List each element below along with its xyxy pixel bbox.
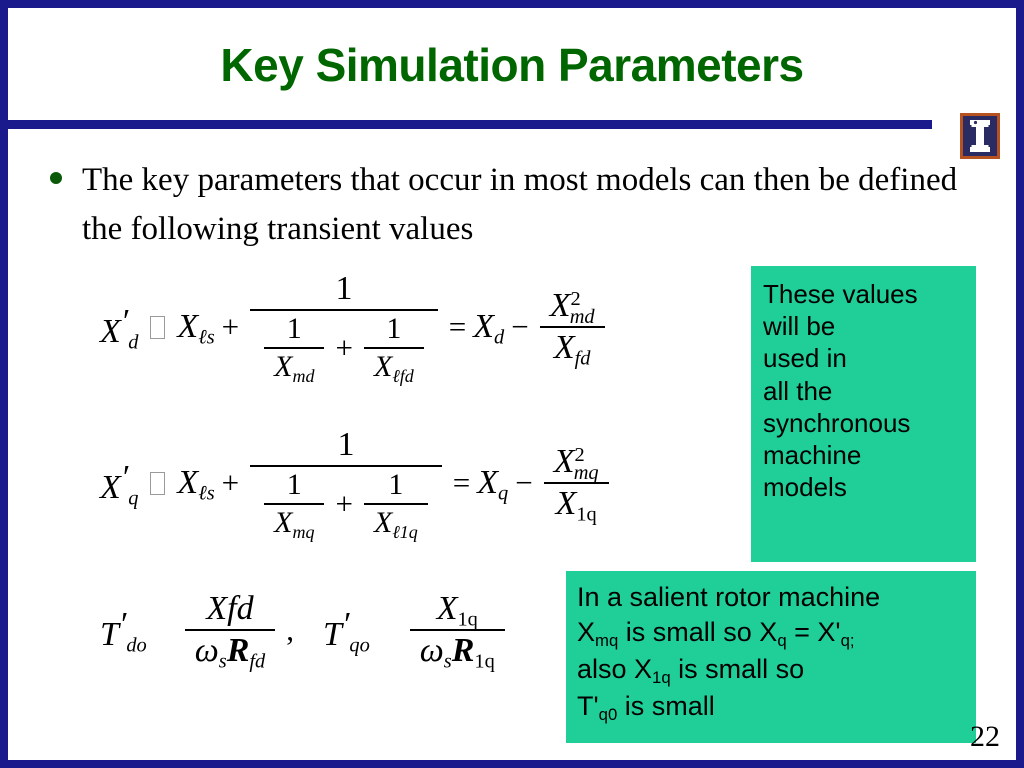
eq3-fraction-2: X1q ωsR1q [409,590,505,673]
callout1-line-5: synchronous [763,407,911,438]
bullet-text: The key parameters that occur in most mo… [82,162,958,247]
eq2-approx-missing-glyph [150,471,166,495]
eq2-d2-num: 1 [388,468,404,501]
eq3-f1-den: ωsRfd [194,632,266,673]
eq1-right-den: Xfd [553,329,591,370]
eq2-term1: Xℓs [177,464,215,505]
eq2-right-num: X2mq [553,443,599,484]
eq2-plus: + [221,465,240,500]
eq2-denom-plus: + [335,486,353,521]
callout2-line-3: also X1q is small so [577,653,805,687]
eq3-tdo: T′do [100,605,147,657]
eq1-numerator: 1 [335,270,353,307]
callout1-line-6: machine [763,440,862,471]
callout-these-values: These values will be used in all the syn… [751,266,976,562]
eq2-lhs: X′q [100,458,139,510]
eq3-tqo: T′qo [323,605,370,657]
eq1-denom-plus: + [335,330,353,365]
bullet-dot-icon [50,172,62,184]
callout2-line-2: Xmq is small so Xq = X'q; [577,617,855,651]
eq3-fraction-1: Xfd ωsRfd [184,590,276,673]
eq1-right-fraction: X2md Xfd [539,287,605,370]
eq1-d1-num: 1 [286,312,302,345]
eq1-minus: − [511,309,529,344]
eq2-denom-fraction-1: 1 Xmq [264,468,325,542]
eq3-f2-den: ωsR1q [419,632,495,673]
eq1-plus: + [221,309,240,344]
eq1-rhs-term: Xd [473,308,505,349]
eq2-right-fraction: X2mq X1q [543,443,609,526]
eq1-d2-den: Xℓfd [373,350,414,386]
eq3-f1-num: Xfd [206,590,254,627]
eq2-d1-den: Xmq [274,506,315,542]
callout1-line-4: all the [763,375,833,406]
block-i-column-icon [970,120,990,152]
eq1-equals: = [448,309,467,344]
eq1-denom-fraction-2: 1 Xℓfd [363,312,424,386]
eq2-rhs-term: Xq [477,464,509,505]
eq2-equals: = [452,465,471,500]
callout-salient-rotor: In a salient rotor machine Xmq is small … [566,571,976,743]
eq1-approx-missing-glyph [150,315,166,339]
eq1-d1-den: Xmd [274,350,315,386]
eq2-d1-num: 1 [286,468,302,501]
eq1-main-fraction: 1 1 Xmd + 1 Xℓfd [250,270,438,386]
eq1-right-num: X2md [549,287,595,328]
eq3-comma: , [286,612,295,647]
eq2-right-den: X1q [555,485,597,526]
eq2-minus: − [515,465,533,500]
callout1-line-2: will be [763,311,836,342]
slide: Key Simulation Parameters The key parame… [0,0,1024,768]
equation-xd-prime: X′d Xℓs + 1 1 Xmd + 1 Xℓfd = Xd − X2md X… [100,270,609,386]
eq1-denom-fraction-1: 1 Xmd [264,312,325,386]
callout2-line-1: In a salient rotor machine [577,582,881,612]
eq1-denominator: 1 Xmd + 1 Xℓfd [250,311,438,386]
eq2-main-fraction: 1 1 Xmq + 1 Xℓ1q [250,426,442,542]
eq2-d2-den: Xℓ1q [373,506,418,542]
callout1-line-3: used in [763,343,847,374]
eq2-denominator: 1 Xmq + 1 Xℓ1q [250,467,442,542]
equation-xq-prime: X′q Xℓs + 1 1 Xmq + 1 Xℓ1q = Xq − X2mq X… [100,426,613,542]
page-number: 22 [970,720,1000,753]
eq1-lhs: X′d [100,302,139,354]
eq2-denom-fraction-2: 1 Xℓ1q [363,468,428,542]
callout1-line-1: These values [763,279,918,309]
eq1-term1: Xℓs [177,308,215,349]
callout2-line-4: T'q0 is small [577,690,715,724]
page-title: Key Simulation Parameters [220,39,804,91]
equation-time-constants: T′do Xfd ωsRfd , T′qo X1q ωsR1q [100,590,509,673]
eq1-d2-num: 1 [386,312,402,345]
title-divider [8,120,932,129]
eq3-f2-num: X1q [436,590,478,631]
university-of-illinois-block-i-logo-icon [960,113,1000,159]
eq2-numerator: 1 [337,426,355,463]
callout1-line-7: models [763,472,847,503]
bullet-row: The key parameters that occur in most mo… [50,156,980,254]
